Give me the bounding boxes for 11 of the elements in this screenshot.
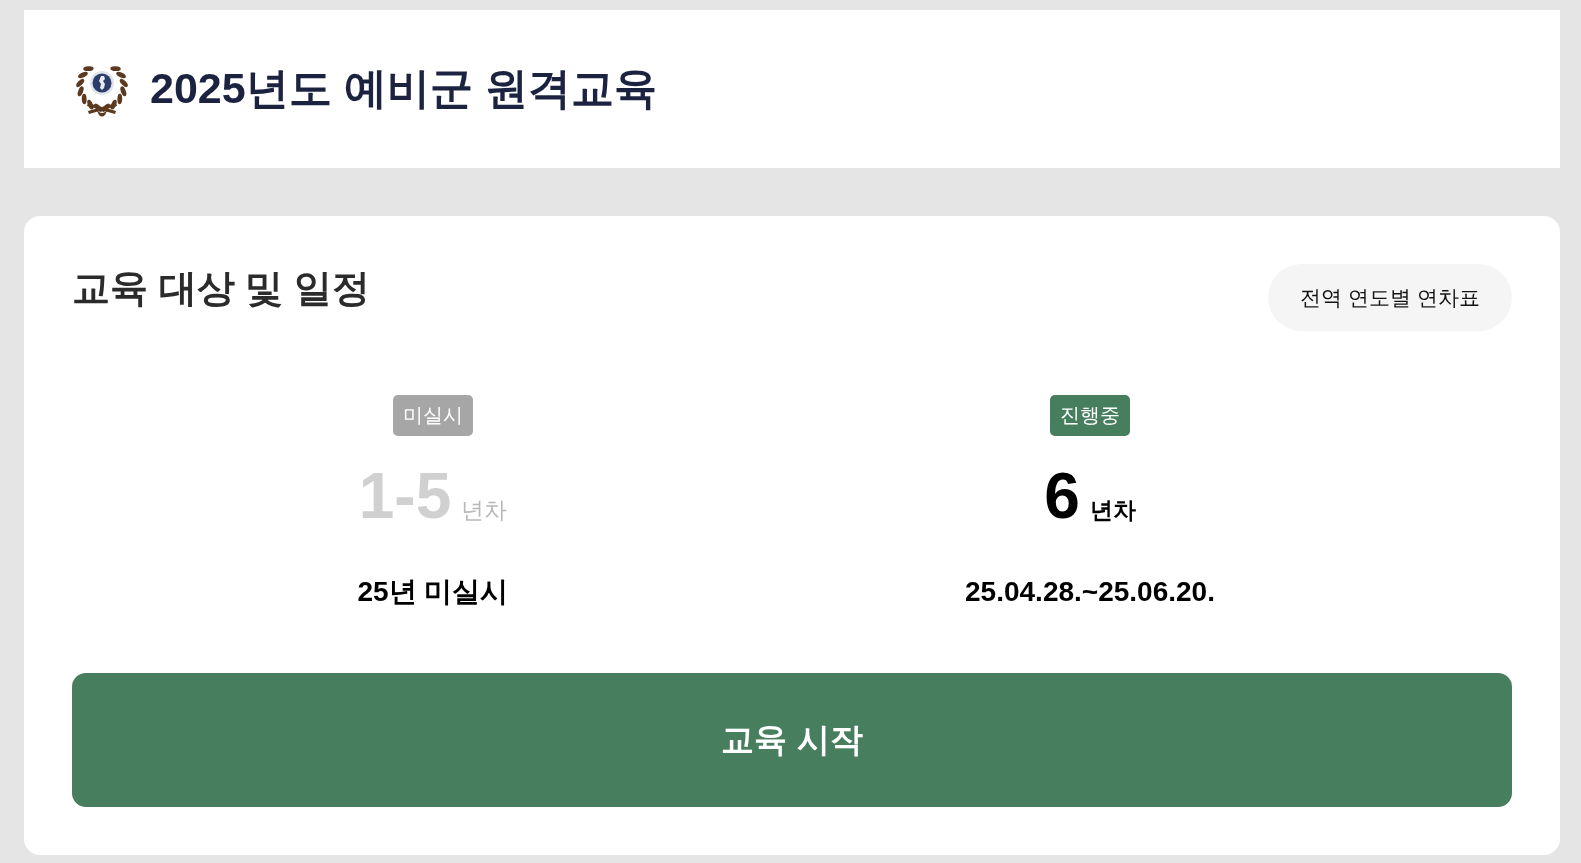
section-title: 교육 대상 및 일정 [72,266,370,310]
period-text: 25.04.28.~25.06.20. [965,575,1215,609]
page-title: 2025년도 예비군 원격교육 [150,63,657,114]
status-badge: 미실시 [393,395,473,436]
start-button[interactable]: 교육 시작 [72,673,1512,807]
status-badge: 진행중 [1050,395,1130,436]
year-chart-button[interactable]: 전역 연도별 연차표 [1268,264,1512,331]
year-unit: 년차 [1089,496,1136,525]
year-range: 6 [1044,461,1080,531]
year-unit: 년차 [461,496,508,525]
period-text: 25년 미실시 [357,575,509,609]
